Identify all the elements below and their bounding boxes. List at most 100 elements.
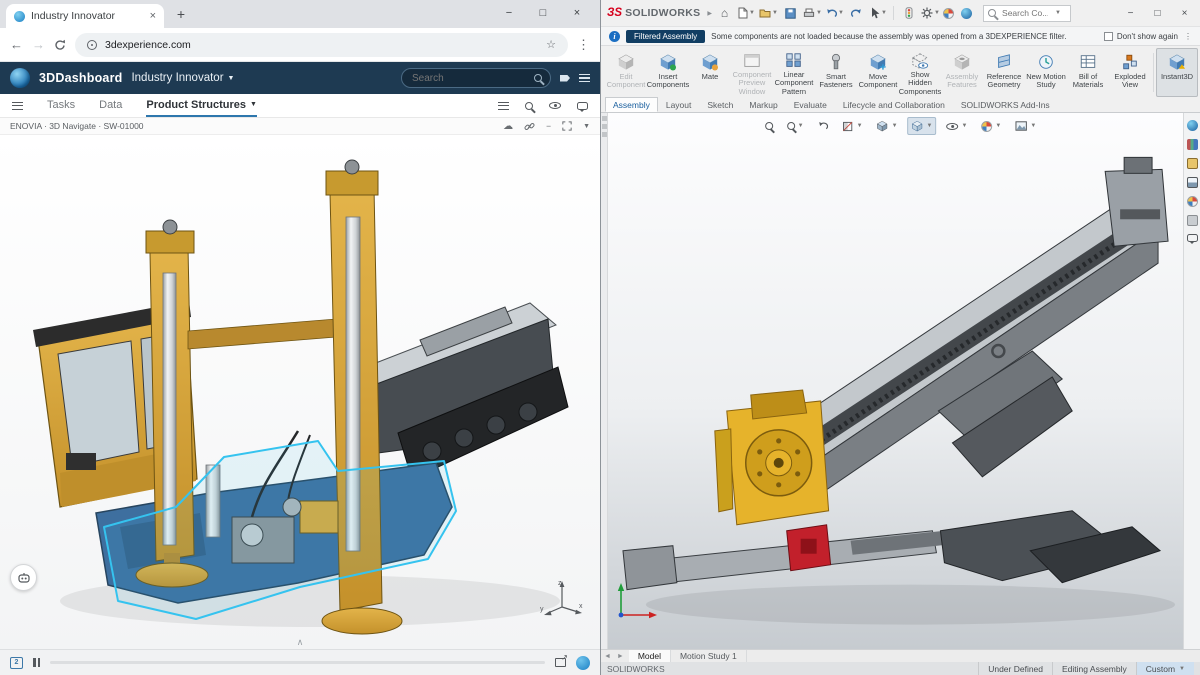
custom-properties-icon[interactable] <box>1187 215 1198 226</box>
previous-view-icon[interactable] <box>814 118 833 134</box>
status-configuration[interactable]: Custom ▼ <box>1136 662 1194 675</box>
new-doc-icon[interactable]: ▼ <box>737 3 756 23</box>
doc-tab-arrows-icon[interactable]: ◄ ► <box>604 653 626 660</box>
minimize-icon[interactable]: − <box>492 0 526 26</box>
filter-list-icon[interactable] <box>498 102 509 110</box>
dont-show-again[interactable]: Don't show again <box>1104 32 1178 41</box>
move-component-button[interactable]: Move Component <box>857 48 899 97</box>
doc-tab-motion-study[interactable]: Motion Study 1 <box>671 650 747 662</box>
search-expand-icon[interactable] <box>525 102 533 110</box>
taskpane-3dexperience-icon[interactable] <box>1187 120 1198 131</box>
collapse-panel-icon[interactable]: ∧ <box>297 637 304 648</box>
options-icon[interactable]: ▼ <box>921 3 940 23</box>
section-view-icon[interactable]: ▼ <box>839 118 867 135</box>
cloud-icon[interactable]: ☁ <box>503 121 513 132</box>
menu-icon[interactable] <box>579 74 590 82</box>
exploded-view-button[interactable]: Exploded View <box>1109 48 1151 97</box>
reload-icon[interactable] <box>54 39 66 51</box>
maximize-widget-icon[interactable] <box>562 121 572 131</box>
cm-tab-lifecycle[interactable]: Lifecycle and Collaboration <box>835 97 953 112</box>
new-tab-button[interactable]: + <box>170 3 192 25</box>
explode-steps-icon[interactable]: 2 <box>10 657 23 669</box>
sw-3dexperience-icon[interactable] <box>957 3 976 23</box>
feature-tree-splitter[interactable] <box>601 113 608 649</box>
browser-tab[interactable]: Industry Innovator × <box>6 4 164 28</box>
appearances-panel-icon[interactable] <box>1187 196 1198 207</box>
new-motion-study-button[interactable]: New Motion Study <box>1025 48 1067 97</box>
dashboard-title[interactable]: Industry Innovator ▼ <box>131 72 234 84</box>
search-icon[interactable] <box>534 74 542 82</box>
dont-show-checkbox[interactable] <box>1104 32 1113 41</box>
share-icon[interactable] <box>555 658 566 667</box>
rebuild-icon[interactable] <box>899 3 918 23</box>
tab-product-structures[interactable]: Product Structures ▼ <box>146 94 257 117</box>
instant3d-button[interactable]: Instant3D <box>1156 48 1198 97</box>
zoom-fit-icon[interactable] <box>761 119 777 133</box>
insert-components-button[interactable]: Insert Components <box>647 48 689 97</box>
tag-icon[interactable] <box>560 75 570 82</box>
reference-geometry-button[interactable]: Reference Geometry <box>983 48 1025 97</box>
redo-icon[interactable] <box>847 3 866 23</box>
linear-component-pattern-button[interactable]: Linear Component Pattern <box>773 48 815 97</box>
view-orientation-icon[interactable]: ▼ <box>873 117 902 135</box>
3d-viewport[interactable]: z y x ∧ <box>0 135 600 649</box>
sw-graphics-area[interactable]: ▼ ▼ ▼ ▼ ▼ ▼ ▼ <box>601 113 1200 649</box>
sw-maximize-icon[interactable]: □ <box>1144 2 1171 25</box>
sw-minimize-icon[interactable]: − <box>1117 2 1144 25</box>
hide-show-items-icon[interactable]: ▼ <box>942 120 971 133</box>
cm-tab-sketch[interactable]: Sketch <box>699 97 741 112</box>
cm-tab-addins[interactable]: SOLIDWORKS Add-Ins <box>953 97 1058 112</box>
search-input[interactable] <box>410 72 529 85</box>
forum-icon[interactable] <box>1187 234 1198 242</box>
pause-icon[interactable] <box>33 658 40 667</box>
back-icon[interactable]: ← <box>10 37 23 52</box>
chevron-right-icon[interactable]: ▶ <box>707 10 712 17</box>
3ds-compass-logo[interactable] <box>10 68 30 88</box>
edit-appearance-icon[interactable]: ▼ <box>977 118 1005 135</box>
sw-close-icon[interactable]: × <box>1171 2 1198 25</box>
cm-tab-markup[interactable]: Markup <box>741 97 785 112</box>
undo-icon[interactable]: ▼ <box>825 3 844 23</box>
design-library-icon[interactable] <box>1187 139 1198 150</box>
bookmark-star-icon[interactable]: ☆ <box>546 38 556 51</box>
cm-tab-layout[interactable]: Layout <box>658 97 700 112</box>
sw-search[interactable]: ▼ <box>983 5 1071 22</box>
view-palette-icon[interactable] <box>1187 177 1198 188</box>
3dplay-icon[interactable] <box>576 656 590 670</box>
close-icon[interactable]: × <box>560 0 594 26</box>
display-style-icon[interactable]: ▼ <box>908 117 937 135</box>
bill-of-materials-button[interactable]: Bill of Materials <box>1067 48 1109 97</box>
collapse-widget-icon[interactable]: ▼ <box>583 123 590 130</box>
print-icon[interactable]: ▼ <box>803 3 822 23</box>
content-menu-icon[interactable] <box>12 102 23 110</box>
smart-fasteners-button[interactable]: Smart Fasteners <box>815 48 857 97</box>
timeline-slider[interactable] <box>50 661 545 664</box>
appearance-icon[interactable] <box>943 8 954 19</box>
link-icon[interactable] <box>524 121 535 132</box>
view-360-icon[interactable] <box>549 102 561 109</box>
open-icon[interactable]: ▼ <box>759 3 778 23</box>
save-icon[interactable] <box>781 3 800 23</box>
doc-tab-model[interactable]: Model <box>629 650 671 662</box>
cm-tab-evaluate[interactable]: Evaluate <box>786 97 835 112</box>
mate-button[interactable]: Mate <box>689 48 731 97</box>
tab-data[interactable]: Data <box>99 94 122 117</box>
select-icon[interactable]: ▼ <box>869 3 888 23</box>
address-field[interactable]: 3dexperience.com ☆ <box>75 33 568 57</box>
home-icon[interactable]: ⌂ <box>715 3 734 23</box>
dashboard-search[interactable] <box>401 68 551 88</box>
sw-search-input[interactable] <box>1000 7 1050 19</box>
show-hidden-components-button[interactable]: Show Hidden Components <box>899 48 941 97</box>
browser-menu-icon[interactable]: ⋮ <box>577 37 590 53</box>
comments-icon[interactable] <box>577 102 588 110</box>
cm-tab-assembly[interactable]: Assembly <box>605 97 658 112</box>
banner-menu-icon[interactable]: ⋮ <box>1184 32 1192 41</box>
tab-tasks[interactable]: Tasks <box>47 94 75 117</box>
maximize-icon[interactable]: □ <box>526 0 560 26</box>
tab-close-icon[interactable]: × <box>150 10 156 22</box>
site-info-icon[interactable] <box>87 40 97 50</box>
assistant-button[interactable] <box>10 564 37 591</box>
minimize-widget-icon[interactable]: − <box>546 121 551 131</box>
scene-icon[interactable]: ▼ <box>1011 118 1040 134</box>
file-explorer-icon[interactable] <box>1187 158 1198 169</box>
